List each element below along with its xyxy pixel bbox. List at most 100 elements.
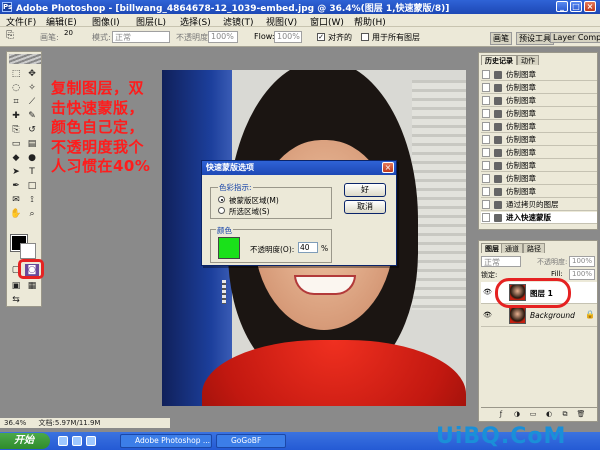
quick-mask-highlight-circle [18,259,44,279]
ok-button[interactable]: 好 [344,183,386,197]
fullscreen-mode-icon[interactable]: ▦ [25,280,39,293]
blend-mode-select[interactable]: 正常 [481,256,521,267]
slice-tool-icon[interactable]: ⟋ [25,96,39,109]
zoom-tool-icon[interactable]: ⌕ [25,208,39,221]
eraser-tool-icon[interactable]: ▭ [9,138,23,151]
history-source-checkbox[interactable] [482,213,490,222]
visibility-eye-icon[interactable]: 👁 [483,288,493,296]
opacity-field[interactable]: 100% [208,31,238,43]
all-layers-checkbox[interactable] [361,33,369,41]
type-tool-icon[interactable]: T [25,166,39,179]
tab-channels[interactable]: 通道 [501,243,523,253]
tab-brushes[interactable]: 画笔 [490,32,512,45]
history-source-checkbox[interactable] [482,174,490,183]
history-item[interactable]: 仿制图章 [481,69,597,81]
tab-paths[interactable]: 路径 [523,243,545,253]
mask-color-swatch[interactable] [218,237,240,259]
history-item[interactable]: 仿制图章 [481,186,597,198]
history-item[interactable]: 仿制图章 [481,160,597,172]
shape-tool-icon[interactable]: □ [25,180,39,193]
fill-field[interactable]: 100% [569,269,595,280]
quick-launch-desktop-icon[interactable] [72,436,82,446]
dodge-tool-icon[interactable]: ● [25,152,39,165]
healing-brush-icon[interactable]: ✚ [9,110,23,123]
history-item[interactable]: 仿制图章 [481,108,597,120]
taskbar-item-gogobf[interactable]: GoGoBF [216,434,286,448]
lasso-tool-icon[interactable]: ◌ [9,82,23,95]
history-source-checkbox[interactable] [482,96,490,105]
maximize-button[interactable]: □ [570,1,582,12]
history-item[interactable]: 仿制图章 [481,173,597,185]
visibility-eye-icon[interactable]: 👁 [483,311,493,319]
clone-stamp-tool-icon[interactable]: ⎘ [9,124,23,137]
history-item[interactable]: 仿制图章 [481,134,597,146]
quick-launch-media-icon[interactable] [86,436,96,446]
adjustment-layer-icon[interactable]: ◐ [543,408,555,420]
history-source-checkbox[interactable] [482,122,490,131]
tab-history[interactable]: 历史记录 [481,55,517,65]
eyedropper-icon[interactable]: ⟟ [25,194,39,207]
annotation-line: 颜色自己定， [51,118,145,136]
crop-tool-icon[interactable]: ⌗ [9,96,23,109]
minimize-button[interactable]: _ [556,1,568,12]
dialog-close-button[interactable]: × [382,162,394,173]
start-button[interactable]: 开始 [0,433,50,449]
jump-to-imageready-icon[interactable]: ⇆ [9,294,23,307]
mode-select[interactable]: 正常 [112,31,170,43]
history-source-checkbox[interactable] [482,161,490,170]
aligned-checkbox[interactable]: ✓ [317,33,325,41]
brush-size[interactable]: 20 [64,29,73,37]
mask-opacity-input[interactable]: 40 [298,242,318,253]
layer-opacity-field[interactable]: 100% [569,256,595,267]
history-source-checkbox[interactable] [482,200,490,209]
masked-areas-radio[interactable] [218,196,225,203]
pen-tool-icon[interactable]: ✒ [9,180,23,193]
layer-name[interactable]: Background [530,311,575,320]
history-source-checkbox[interactable] [482,135,490,144]
tab-actions[interactable]: 动作 [517,55,539,65]
layer-row-background[interactable]: 👁 Background 🔒 [481,305,597,327]
history-source-checkbox[interactable] [482,109,490,118]
history-item[interactable]: 仿制图章 [481,82,597,94]
brush-tool-icon[interactable]: ✎ [25,110,39,123]
tab-layers[interactable]: 图层 [481,243,503,253]
move-tool-icon[interactable]: ✥ [25,68,39,81]
history-item[interactable]: 仿制图章 [481,147,597,159]
stamp-icon [494,97,502,105]
screen-mode-icon[interactable]: ▣ [9,280,23,293]
new-group-icon[interactable]: ▭ [527,408,539,420]
history-item[interactable]: 仿制图章 [481,95,597,107]
history-source-checkbox[interactable] [482,148,490,157]
new-layer-icon[interactable]: ⧉ [559,408,571,420]
history-brush-icon[interactable]: ↺ [25,124,39,137]
quick-mask-icon [494,214,502,222]
path-select-icon[interactable]: ➤ [9,166,23,179]
hand-tool-icon[interactable]: ✋ [9,208,23,221]
flow-field[interactable]: 100% [274,31,302,43]
background-color-swatch[interactable] [20,243,36,259]
magic-wand-icon[interactable]: ✧ [25,82,39,95]
lock-label: 锁定: [481,271,498,279]
tab-layer-comps[interactable]: Layer Comps [550,32,600,43]
history-source-checkbox[interactable] [482,83,490,92]
gradient-tool-icon[interactable]: ▤ [25,138,39,151]
cancel-button[interactable]: 取消 [344,200,386,214]
history-item-selected[interactable]: 进入快速蒙版 [481,212,597,224]
marquee-tool-icon[interactable]: ⬚ [9,68,23,81]
history-item[interactable]: 通过拷贝的图层 [481,199,597,211]
blur-tool-icon[interactable]: ◆ [9,152,23,165]
quick-launch-ie-icon[interactable] [58,436,68,446]
history-item[interactable]: 仿制图章 [481,121,597,133]
taskbar-item-photoshop[interactable]: Adobe Photoshop ... [120,434,212,448]
notes-tool-icon[interactable]: ✉ [9,194,23,207]
clone-stamp-icon[interactable]: ⎘ [6,30,14,41]
add-mask-icon[interactable]: ◑ [511,408,523,420]
history-source-checkbox[interactable] [482,187,490,196]
trash-icon[interactable]: 🗑 [575,408,587,420]
all-layers-label: 用于所有图层 [372,33,420,42]
layer-style-icon[interactable]: ƒ [495,408,507,420]
selected-areas-radio[interactable] [218,207,225,214]
history-source-checkbox[interactable] [482,70,490,79]
close-button[interactable]: × [584,1,596,12]
tab-tool-presets[interactable]: 预设工具 [516,32,554,45]
